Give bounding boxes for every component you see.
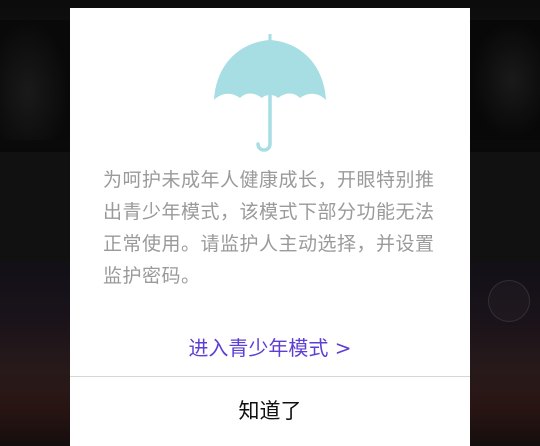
enter-youth-mode-link[interactable]: 进入青少年模式 >	[70, 332, 470, 364]
youth-mode-dialog: 为呵护未成年人健康成长，开眼特别推出青少年模式，该模式下部分功能无法正常使用。请…	[70, 8, 470, 446]
screen: 为呵护未成年人健康成长，开眼特别推出青少年模式，该模式下部分功能无法正常使用。请…	[0, 0, 540, 446]
umbrella-icon	[214, 34, 326, 152]
umbrella-canopy	[214, 40, 326, 100]
umbrella-handle	[256, 94, 272, 152]
youth-mode-message: 为呵护未成年人健康成长，开眼特别推出青少年模式，该模式下部分功能无法正常使用。请…	[103, 169, 435, 287]
acknowledge-button[interactable]: 知道了	[70, 377, 470, 446]
umbrella-tip	[268, 34, 272, 42]
